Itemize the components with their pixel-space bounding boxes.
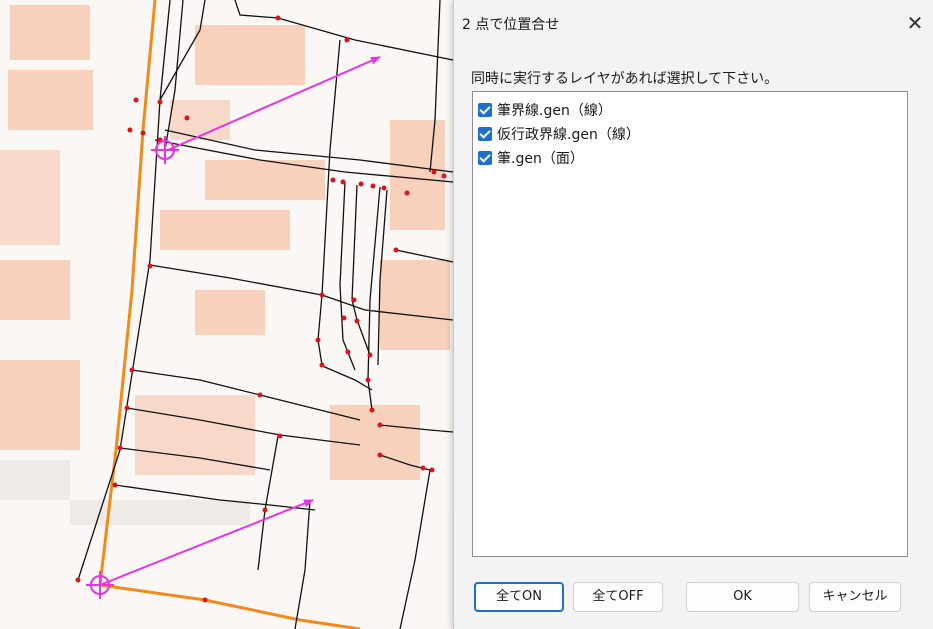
layer-item-hikkaisen[interactable]: 筆界線.gen（線） [478, 99, 612, 121]
layer-item-kari-gyoseikaisen[interactable]: 仮行政界線.gen（線） [478, 123, 640, 145]
layer-label: 筆界線.gen（線） [497, 103, 612, 119]
close-icon[interactable]: ✕ [898, 8, 932, 38]
layer-label: 仮行政界線.gen（線） [497, 127, 640, 143]
layer-label: 筆.gen（面） [497, 151, 584, 167]
dialog-title: 2 点で位置合せ [462, 17, 560, 33]
cancel-button[interactable]: キャンセル [809, 582, 901, 612]
all-off-button[interactable]: 全てOFF [573, 582, 663, 612]
dialog-title-bar[interactable]: 2 点で位置合せ ✕ [454, 0, 933, 46]
layer-checkbox[interactable] [478, 103, 492, 117]
raster-basemap [0, 0, 460, 629]
layer-checkbox[interactable] [478, 151, 492, 165]
layer-list[interactable]: 筆界線.gen（線） 仮行政界線.gen（線） 筆.gen（面） [472, 91, 908, 557]
layer-checkbox[interactable] [478, 127, 492, 141]
ok-button[interactable]: OK [686, 582, 799, 612]
all-on-button[interactable]: 全てON [474, 582, 564, 612]
dialog-prompt: 同時に実行するレイヤがあれば選択して下さい。 [471, 71, 779, 87]
align-two-points-dialog: 2 点で位置合せ ✕ 同時に実行するレイヤがあれば選択して下さい。 筆界線.ge… [453, 0, 933, 629]
layer-item-hitsu[interactable]: 筆.gen（面） [478, 147, 584, 169]
